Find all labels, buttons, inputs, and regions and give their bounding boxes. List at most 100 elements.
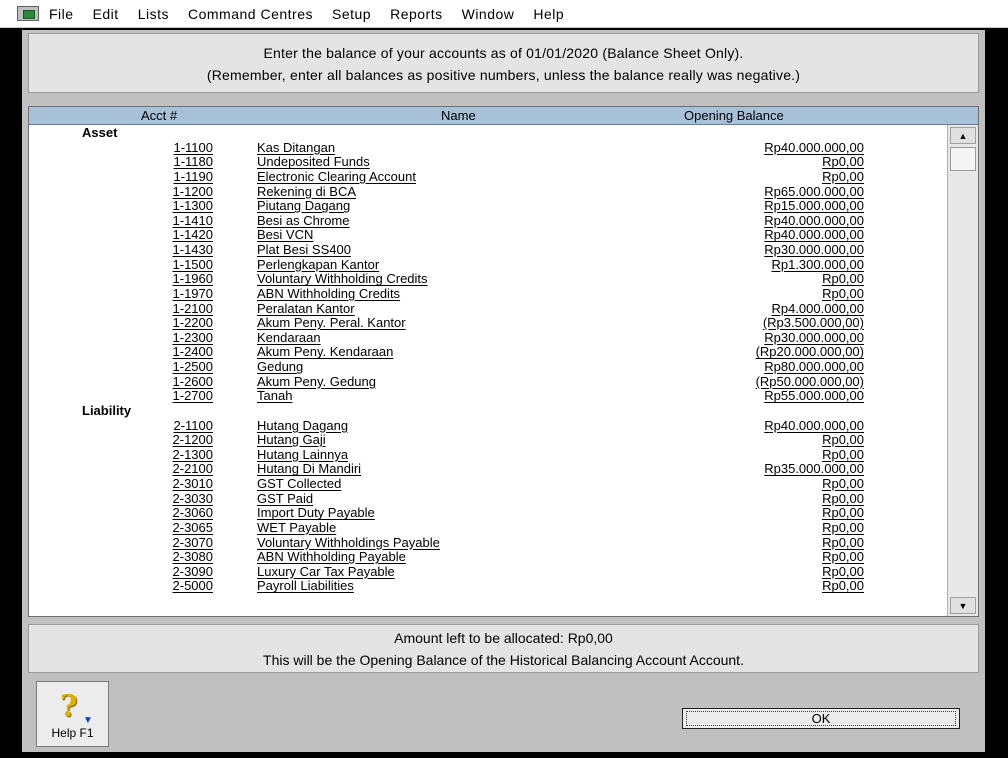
scroll-down-icon[interactable]: ▼: [950, 597, 976, 614]
opening-balance-field[interactable]: Rp40.000.000,00: [764, 418, 864, 433]
account-row[interactable]: 2-2100 Hutang Di Mandiri Rp35.000.000,00: [29, 462, 949, 477]
account-row[interactable]: 1-1970 ABN Withholding Credits Rp0,00: [29, 286, 949, 302]
opening-balance-field[interactable]: (Rp20.000.000,00): [756, 345, 864, 359]
account-number: 2-3065: [172, 519, 213, 535]
menu-file[interactable]: File: [49, 6, 74, 22]
account-row[interactable]: 2-5000 Payroll Liabilities Rp0,00: [29, 579, 949, 594]
menu-window[interactable]: Window: [462, 6, 515, 22]
account-number: 2-3030: [172, 490, 213, 506]
account-number: 1-1190: [173, 168, 213, 184]
account-row[interactable]: 1-1300 Piutang Dagang Rp15.000.000,00: [29, 199, 949, 214]
account-row[interactable]: 1-1500 Perlengkapan Kantor Rp1.300.000,00: [29, 257, 949, 273]
account-name: Hutang Di Mandiri: [257, 461, 362, 477]
group-label: Asset: [82, 126, 118, 140]
opening-balance-field[interactable]: Rp55.000.000,00: [764, 389, 864, 403]
account-row[interactable]: 1-1180 Undeposited Funds Rp0,00: [29, 155, 949, 170]
account-row[interactable]: 2-3090 Luxury Car Tax Payable Rp0,00: [29, 563, 949, 580]
opening-balance-field[interactable]: Rp0,00: [822, 447, 864, 462]
opening-balance-field[interactable]: Rp0,00: [822, 491, 864, 506]
account-row[interactable]: 1-2400 Akum Peny. Kendaraan (Rp20.000.000,…: [29, 345, 949, 360]
scrollbar-thumb[interactable]: [950, 147, 976, 171]
opening-balance-field[interactable]: Rp0,00: [822, 579, 864, 593]
accounts-grid: Acct # Name Opening Balance Asset 1-1100 K…: [28, 106, 979, 617]
header-opening-balance[interactable]: Opening Balance: [684, 107, 784, 124]
account-number: 2-3080: [172, 549, 213, 565]
opening-balance-field[interactable]: Rp0,00: [822, 564, 864, 579]
account-row[interactable]: 2-3030 GST Paid Rp0,00: [29, 490, 949, 507]
account-row[interactable]: 1-1190 Electronic Clearing Account Rp0,00: [29, 168, 949, 185]
account-number: 1-1430: [172, 242, 213, 257]
menu-edit[interactable]: Edit: [93, 6, 119, 22]
account-number: 1-1420: [172, 227, 213, 243]
account-row[interactable]: 2-3060 Import Duty Payable Rp0,00: [29, 506, 949, 521]
account-name: Gedung: [257, 359, 304, 374]
account-row[interactable]: 2-1200 Hutang Gaji Rp0,00: [29, 433, 949, 448]
account-number: 2-3090: [172, 563, 213, 579]
opening-balance-field[interactable]: Rp0,00: [822, 506, 864, 520]
instructions-line-1: Enter the balance of your accounts as of…: [263, 45, 744, 61]
opening-balance-field[interactable]: Rp40.000.000,00: [764, 140, 864, 155]
account-row[interactable]: 1-1430 Plat Besi SS400 Rp30.000.000,00: [29, 243, 949, 258]
account-row[interactable]: 1-2300 Kendaraan Rp30.000.000,00: [29, 329, 949, 346]
opening-balance-field[interactable]: Rp40.000.000,00: [764, 228, 864, 242]
opening-balance-field[interactable]: Rp0,00: [822, 286, 864, 301]
menu-lists[interactable]: Lists: [138, 6, 169, 22]
opening-balance-field[interactable]: (Rp3.500.000,00): [763, 316, 864, 330]
opening-balance-field[interactable]: Rp80.000.000,00: [764, 360, 864, 374]
opening-balance-field[interactable]: Rp0,00: [822, 535, 864, 550]
menu-reports[interactable]: Reports: [390, 6, 443, 22]
account-row[interactable]: 1-2700 Tanah Rp55.000.000,00: [29, 389, 949, 404]
account-name: Rekening di BCA: [257, 183, 356, 199]
account-row[interactable]: 2-3080 ABN Withholding Payable Rp0,00: [29, 550, 949, 565]
account-row[interactable]: 2-3065 WET Payable Rp0,00: [29, 519, 949, 536]
account-row[interactable]: 2-3010 GST Collected Rp0,00: [29, 477, 949, 492]
opening-balance-field[interactable]: Rp0,00: [822, 169, 864, 184]
opening-balance-field[interactable]: Rp15.000.000,00: [764, 199, 864, 213]
account-number: 2-3070: [172, 534, 213, 550]
account-number: 1-1410: [172, 212, 213, 228]
account-row[interactable]: 1-2100 Peralatan Kantor Rp4.000.000,00: [29, 301, 949, 317]
account-row[interactable]: 1-2600 Akum Peny. Gedung (Rp50.000.000,00): [29, 374, 949, 390]
opening-balance-field[interactable]: Rp30.000.000,00: [764, 243, 864, 257]
account-row[interactable]: 2-1100 Hutang Dagang Rp40.000.000,00: [29, 417, 949, 434]
menu-command-centres[interactable]: Command Centres: [188, 6, 313, 22]
opening-balance-field[interactable]: Rp0,00: [822, 477, 864, 491]
account-number: 1-1200: [172, 183, 213, 199]
opening-balance-field[interactable]: Rp40.000.000,00: [764, 213, 864, 228]
opening-balance-field[interactable]: Rp0,00: [822, 520, 864, 535]
account-row[interactable]: 1-2500 Gedung Rp80.000.000,00: [29, 360, 949, 375]
account-row[interactable]: 1-2200 Akum Peny. Peral. Kantor (Rp3.500.0…: [29, 316, 949, 331]
opening-balance-field[interactable]: Rp30.000.000,00: [764, 330, 864, 345]
menu-setup[interactable]: Setup: [332, 6, 371, 22]
account-row[interactable]: 1-1200 Rekening di BCA Rp65.000.000,00: [29, 183, 949, 200]
account-name: Hutang Gaji: [257, 432, 326, 448]
account-row[interactable]: 1-1100 Kas Ditangan Rp40.000.000,00: [29, 140, 949, 156]
scroll-up-icon[interactable]: ▲: [950, 127, 976, 144]
header-acct[interactable]: Acct #: [141, 107, 177, 124]
ok-button[interactable]: OK: [682, 708, 960, 729]
opening-balance-field[interactable]: Rp4.000.000,00: [771, 301, 864, 316]
opening-balance-field[interactable]: Rp1.300.000,00: [771, 257, 864, 272]
account-row[interactable]: 2-3070 Voluntary Withholdings Payable Rp0,…: [29, 534, 949, 551]
account-row[interactable]: 1-1960 Voluntary Withholding Credits Rp0,0…: [29, 272, 949, 287]
account-row[interactable]: 1-1420 Besi VCN Rp40.000.000,00: [29, 228, 949, 243]
opening-balance-field[interactable]: Rp0,00: [822, 155, 864, 169]
help-button[interactable]: ? ▼ Help F1: [36, 681, 109, 747]
opening-balance-field[interactable]: Rp0,00: [822, 433, 864, 447]
allocation-panel: Amount left to be allocated: Rp0,00 This…: [28, 624, 979, 673]
header-name[interactable]: Name: [441, 107, 476, 124]
opening-balance-field[interactable]: Rp0,00: [822, 272, 864, 286]
opening-balance-field[interactable]: (Rp50.000.000,00): [756, 374, 864, 389]
account-row[interactable]: 2-1300 Hutang Lainnya Rp0,00: [29, 446, 949, 463]
app-window-icon[interactable]: [17, 6, 39, 21]
account-name: Besi VCN: [257, 227, 314, 243]
account-name: Hutang Lainnya: [257, 446, 349, 462]
account-row[interactable]: 1-1410 Besi as Chrome Rp40.000.000,00: [29, 212, 949, 229]
account-name: Kendaraan: [257, 329, 321, 345]
opening-balance-field[interactable]: Rp0,00: [822, 550, 864, 564]
opening-balance-field[interactable]: Rp65.000.000,00: [764, 184, 864, 199]
account-name: Hutang Dagang: [257, 417, 349, 433]
opening-balance-field[interactable]: Rp35.000.000,00: [764, 462, 864, 476]
vertical-scrollbar[interactable]: ▲ ▼: [947, 125, 978, 616]
menu-help[interactable]: Help: [533, 6, 564, 22]
